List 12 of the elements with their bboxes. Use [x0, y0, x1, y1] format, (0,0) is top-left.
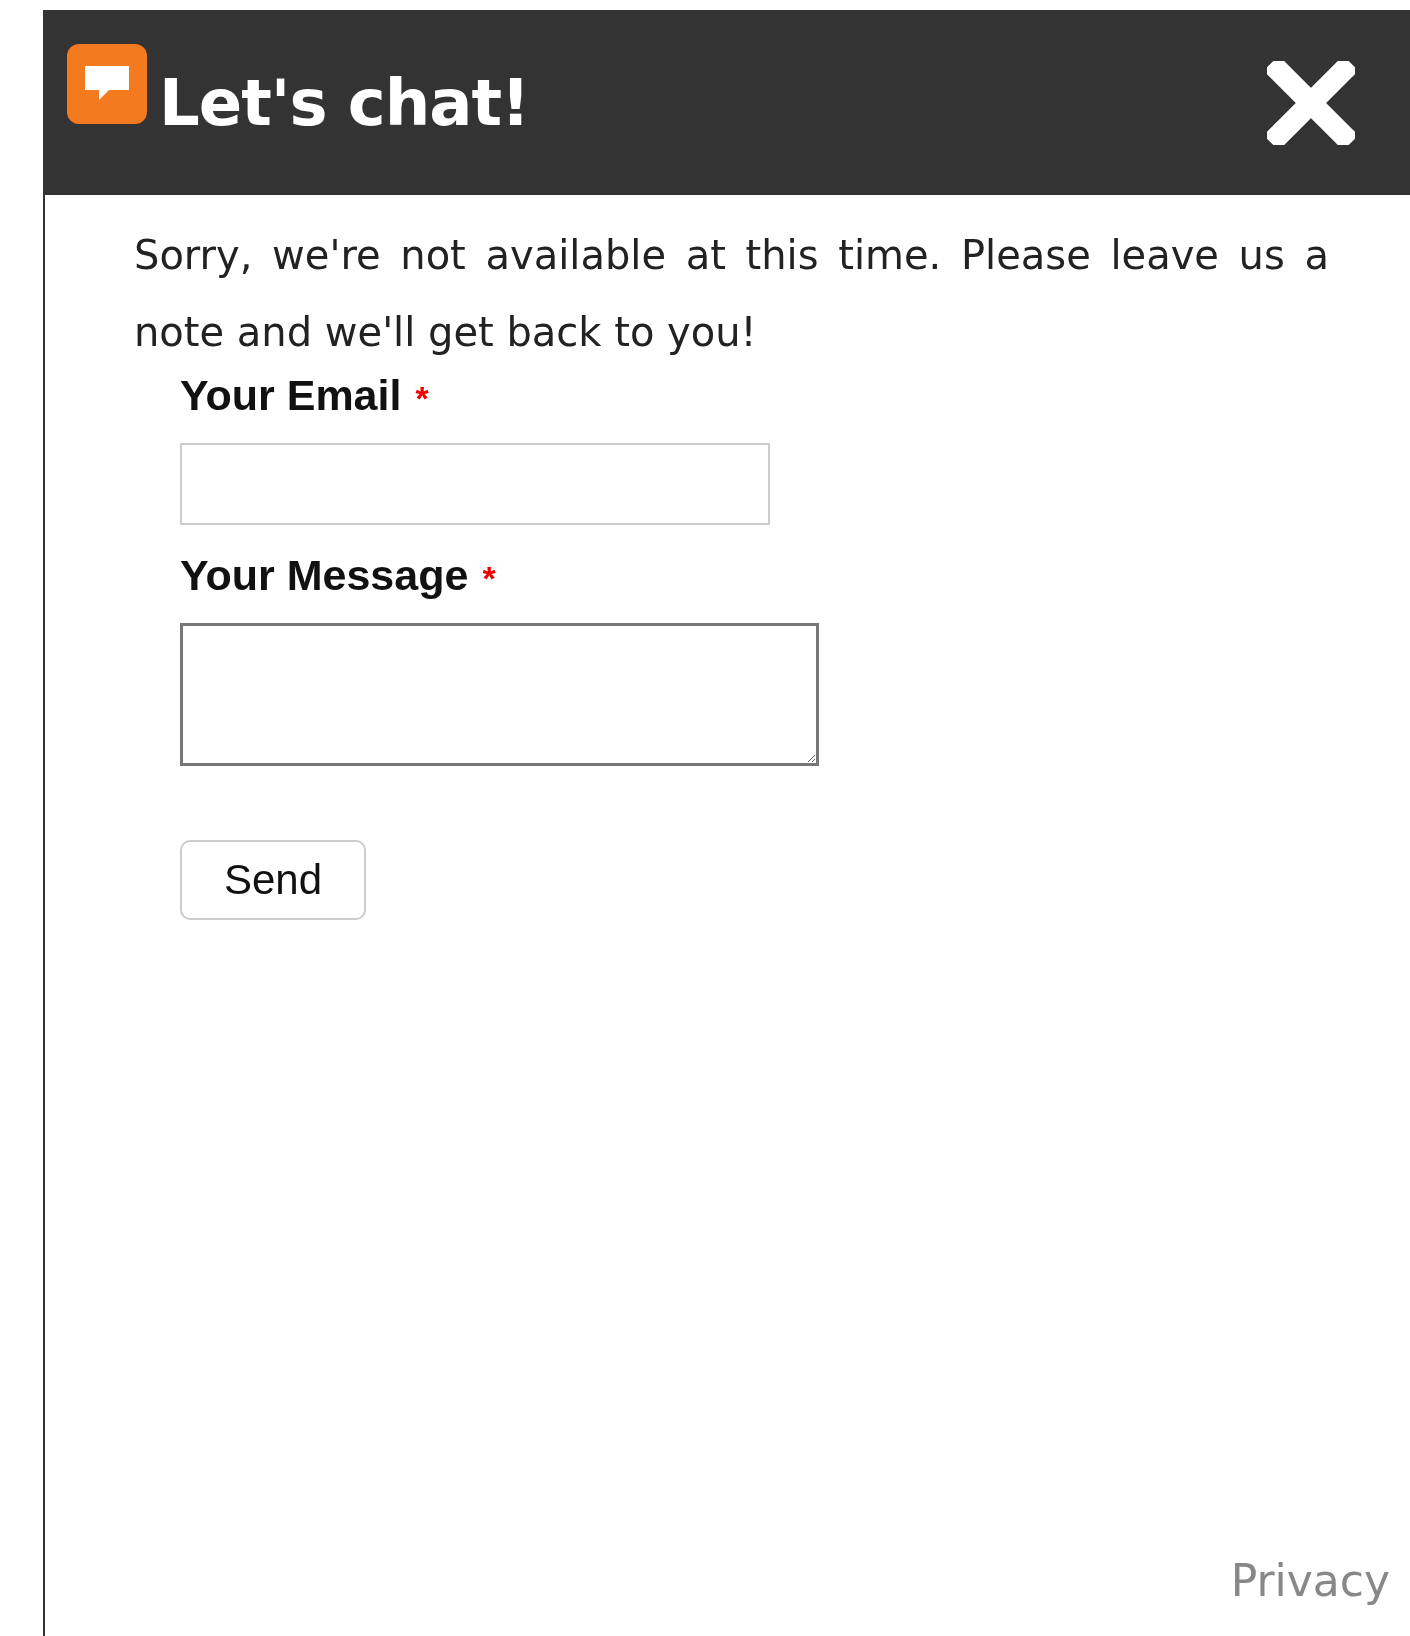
- required-mark: *: [415, 379, 429, 418]
- chat-title: Let's chat!: [159, 65, 530, 140]
- field-label: Your Message: [180, 551, 469, 600]
- field-label: Your Email: [180, 371, 402, 420]
- unavailable-message: Sorry, we're not available at this time. Please leave us a note and we'll get back to you!: [134, 231, 1329, 357]
- send-button[interactable]: Send: [180, 840, 366, 920]
- speech-bubble-icon: [67, 43, 147, 124]
- privacy-link[interactable]: Privacy: [1230, 1555, 1390, 1606]
- email-field[interactable]: [180, 443, 770, 525]
- required-mark: *: [482, 559, 496, 598]
- message-field[interactable]: [180, 623, 819, 766]
- close-icon[interactable]: [1267, 60, 1355, 145]
